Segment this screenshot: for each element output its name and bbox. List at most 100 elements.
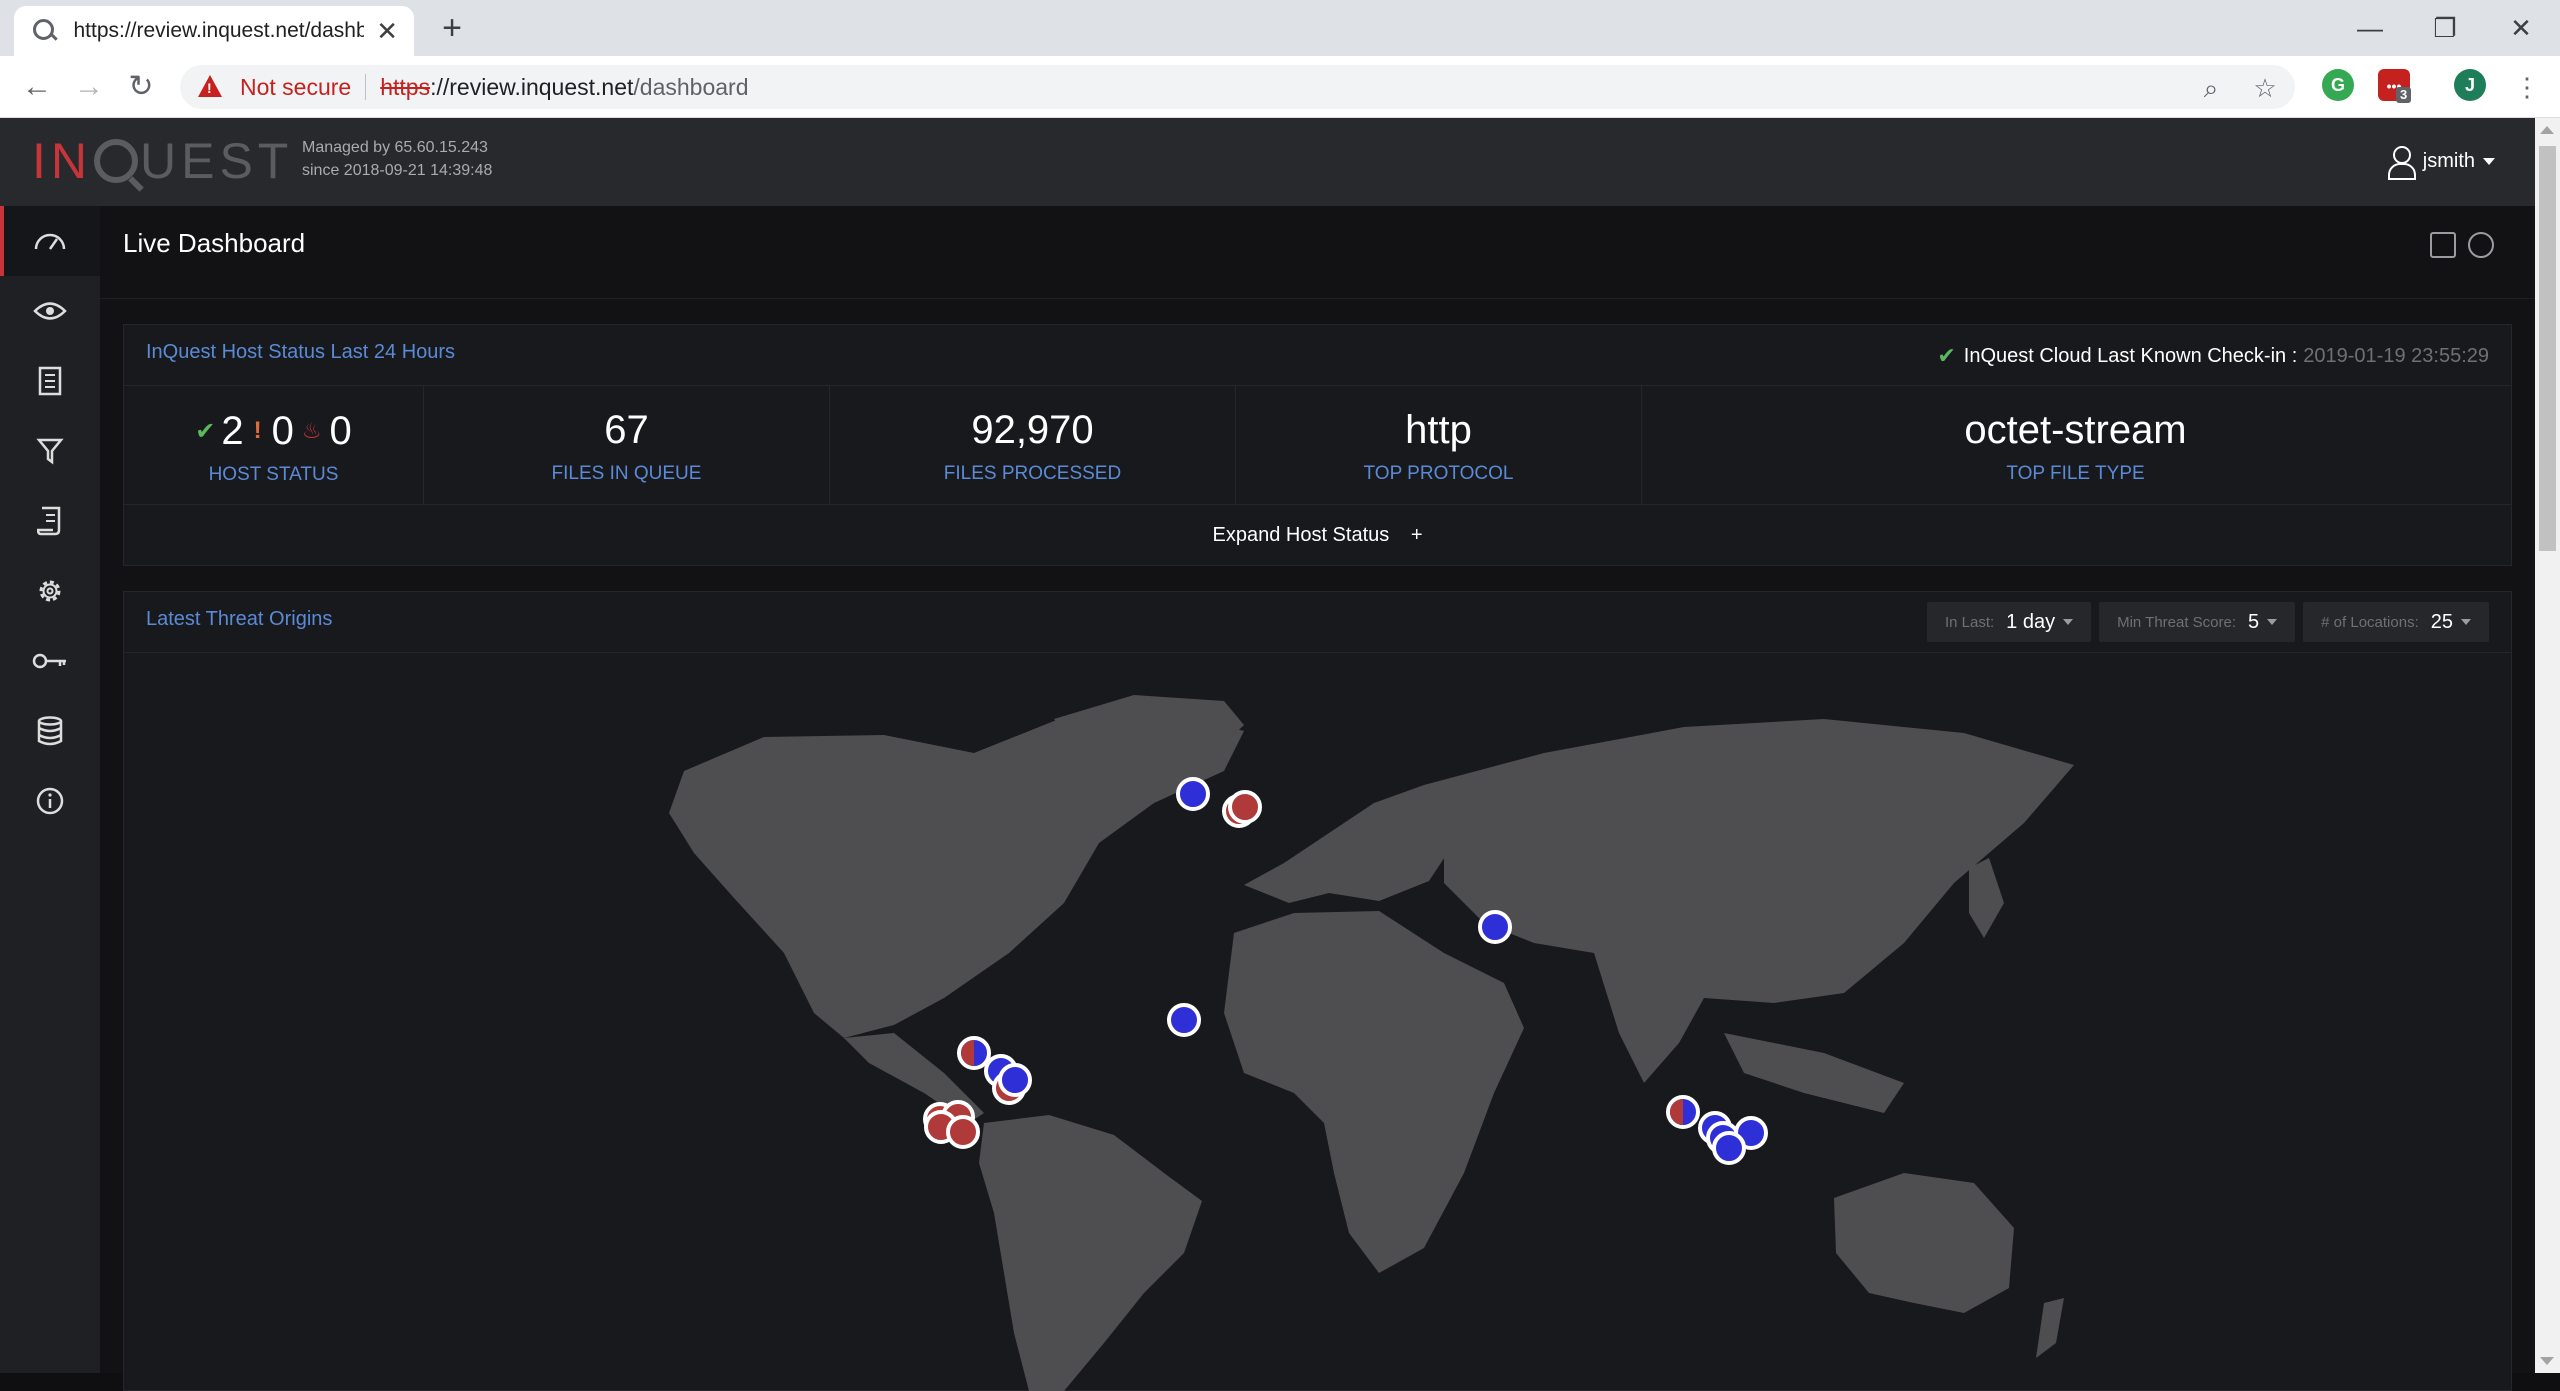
host-warn-count: 0	[271, 408, 294, 453]
sidebar-item-filter[interactable]	[0, 416, 100, 486]
threat-origins-panel: Latest Threat Origins In Last: 1 day Min…	[123, 591, 2512, 1391]
malicious-origin-pin[interactable]	[1228, 790, 1262, 824]
settings-gear-icon[interactable]	[2468, 232, 2494, 258]
stat-files-processed[interactable]: 92,970 FILES PROCESSED	[830, 386, 1236, 504]
browser-toolbar: ← → ↻ Not secure https://review.inquest.…	[0, 56, 2560, 118]
chevron-down-icon	[2483, 157, 2495, 165]
expand-host-status-button[interactable]: Expand Host Status +	[124, 505, 2511, 565]
app: IN UEST Managed by 65.60.15.243 since 20…	[0, 118, 2560, 1391]
host-status-counts: ✔ 2 ! 0 ♨ 0	[124, 408, 423, 454]
stat-host-status[interactable]: ✔ 2 ! 0 ♨ 0 HOST STATUS	[124, 386, 424, 504]
logo-text-left: IN	[32, 133, 92, 189]
user-menu[interactable]: jsmith	[2387, 146, 2495, 180]
cloud-checkin: ✔ InQuest Cloud Last Known Check-in : 20…	[1937, 343, 2489, 369]
check-icon: ✔	[195, 417, 216, 445]
report-icon	[37, 506, 61, 536]
top-file-type-value: octet-stream	[1964, 408, 2187, 452]
sidebar-item-dashboard[interactable]	[0, 206, 100, 276]
sidebar-item-monitor[interactable]	[0, 276, 100, 346]
url-host: ://review.inquest.net	[430, 73, 634, 100]
fullscreen-icon[interactable]	[2430, 232, 2456, 258]
browser-menu-icon[interactable]: ⋮	[2506, 66, 2548, 108]
database-icon	[37, 716, 63, 746]
minimize-button[interactable]: —	[2345, 8, 2395, 48]
host-ok-count: 2	[221, 408, 244, 453]
page-scrollbar[interactable]	[2535, 118, 2560, 1373]
scroll-thumb[interactable]	[2539, 146, 2556, 551]
stats-row: ✔ 2 ! 0 ♨ 0 HOST STATUS 67 FILES IN QUEU…	[124, 385, 2511, 505]
bookmark-star-icon[interactable]: ☆	[2248, 71, 2282, 105]
sidebar	[0, 206, 100, 1373]
document-list-icon	[38, 366, 62, 396]
sidebar-item-about[interactable]	[0, 766, 100, 836]
reload-button[interactable]: ↻	[120, 66, 162, 108]
world-map[interactable]	[124, 653, 2511, 1391]
address-bar[interactable]: Not secure https://review.inquest.net/da…	[180, 65, 2295, 109]
files-in-queue-value: 67	[604, 408, 649, 452]
benign-origin-pin[interactable]	[998, 1063, 1032, 1097]
back-button[interactable]: ←	[16, 66, 58, 108]
tab-title: https://review.inquest.net/dashboard	[73, 19, 365, 42]
files-in-queue-label: FILES IN QUEUE	[551, 463, 702, 484]
app-header: IN UEST Managed by 65.60.15.243 since 20…	[0, 118, 2535, 206]
files-processed-label: FILES PROCESSED	[943, 463, 1122, 484]
new-tab-button[interactable]: +	[432, 8, 472, 48]
benign-origin-pin[interactable]	[1176, 777, 1210, 811]
min-threat-score-dropdown[interactable]: Min Threat Score: 5	[2099, 602, 2296, 642]
dashboard-gauge-icon	[34, 233, 66, 250]
zoom-icon[interactable]: ⌕	[2194, 71, 2228, 105]
benign-origin-pin[interactable]	[1167, 1003, 1201, 1037]
sidebar-item-settings[interactable]	[0, 556, 100, 626]
top-file-type-label: TOP FILE TYPE	[2006, 463, 2145, 484]
profile-avatar[interactable]: J	[2454, 69, 2486, 101]
restore-button[interactable]: ❐	[2420, 8, 2470, 48]
plus-icon: +	[1410, 524, 1423, 546]
extension-icon[interactable]: ••• 3	[2378, 69, 2412, 103]
extension-badge: 3	[2396, 87, 2412, 103]
browser-tab[interactable]: https://review.inquest.net/dashboard ✕	[14, 6, 414, 56]
inquest-logo[interactable]: IN UEST	[32, 132, 293, 190]
min-threat-score-label: Min Threat Score:	[2117, 613, 2237, 631]
url-scheme: https	[380, 73, 431, 100]
info-icon	[36, 787, 64, 815]
host-status-label: HOST STATUS	[208, 464, 339, 485]
locations-value: 25	[2430, 610, 2453, 633]
stat-files-in-queue[interactable]: 67 FILES IN QUEUE	[424, 386, 830, 504]
url-path: /dashboard	[633, 73, 749, 100]
scroll-down-arrow-icon[interactable]	[2540, 1357, 2554, 1365]
eye-icon	[33, 302, 67, 320]
fire-icon: ♨	[301, 418, 322, 443]
benign-origin-pin[interactable]	[1712, 1131, 1746, 1165]
stat-top-file-type[interactable]: octet-stream TOP FILE TYPE	[1642, 386, 2509, 504]
grammarly-extension-icon[interactable]: G	[2322, 69, 2354, 101]
exclamation-icon: !	[253, 417, 262, 444]
expand-label: Expand Host Status	[1212, 524, 1390, 546]
omnibox-divider	[365, 74, 367, 100]
managed-by: Managed by 65.60.15.243	[302, 139, 488, 156]
top-protocol-value: http	[1405, 408, 1472, 452]
not-secure-label: Not secure	[240, 73, 352, 100]
locations-dropdown[interactable]: # of Locations: 25	[2303, 602, 2489, 642]
benign-origin-pin[interactable]	[1478, 910, 1512, 944]
malicious-origin-pin[interactable]	[946, 1115, 980, 1149]
main-content: Live Dashboard InQuest Host Status Last …	[100, 206, 2535, 1391]
in-last-dropdown[interactable]: In Last: 1 day	[1926, 602, 2092, 642]
username: jsmith	[2422, 149, 2475, 172]
close-window-button[interactable]: ✕	[2496, 8, 2546, 48]
sidebar-item-reports[interactable]	[0, 486, 100, 556]
forward-button[interactable]: →	[68, 66, 110, 108]
sidebar-item-keys[interactable]	[0, 626, 100, 696]
threat-filters: In Last: 1 day Min Threat Score: 5 # of …	[1926, 602, 2489, 642]
gear-icon	[39, 580, 61, 602]
managed-since: since 2018-09-21 14:39:48	[302, 162, 493, 179]
sidebar-item-database[interactable]	[0, 696, 100, 766]
stat-top-protocol[interactable]: http TOP PROTOCOL	[1236, 386, 1642, 504]
host-status-panel-title: InQuest Host Status Last 24 Hours	[146, 341, 456, 363]
in-last-value: 1 day	[2006, 610, 2056, 633]
tab-close-icon[interactable]: ✕	[376, 16, 398, 47]
title-divider	[100, 298, 2535, 299]
files-processed-value: 92,970	[971, 408, 1094, 452]
managed-info: Managed by 65.60.15.243 since 2018-09-21…	[302, 136, 492, 182]
scroll-up-arrow-icon[interactable]	[2540, 126, 2554, 134]
sidebar-item-list[interactable]	[0, 346, 100, 416]
